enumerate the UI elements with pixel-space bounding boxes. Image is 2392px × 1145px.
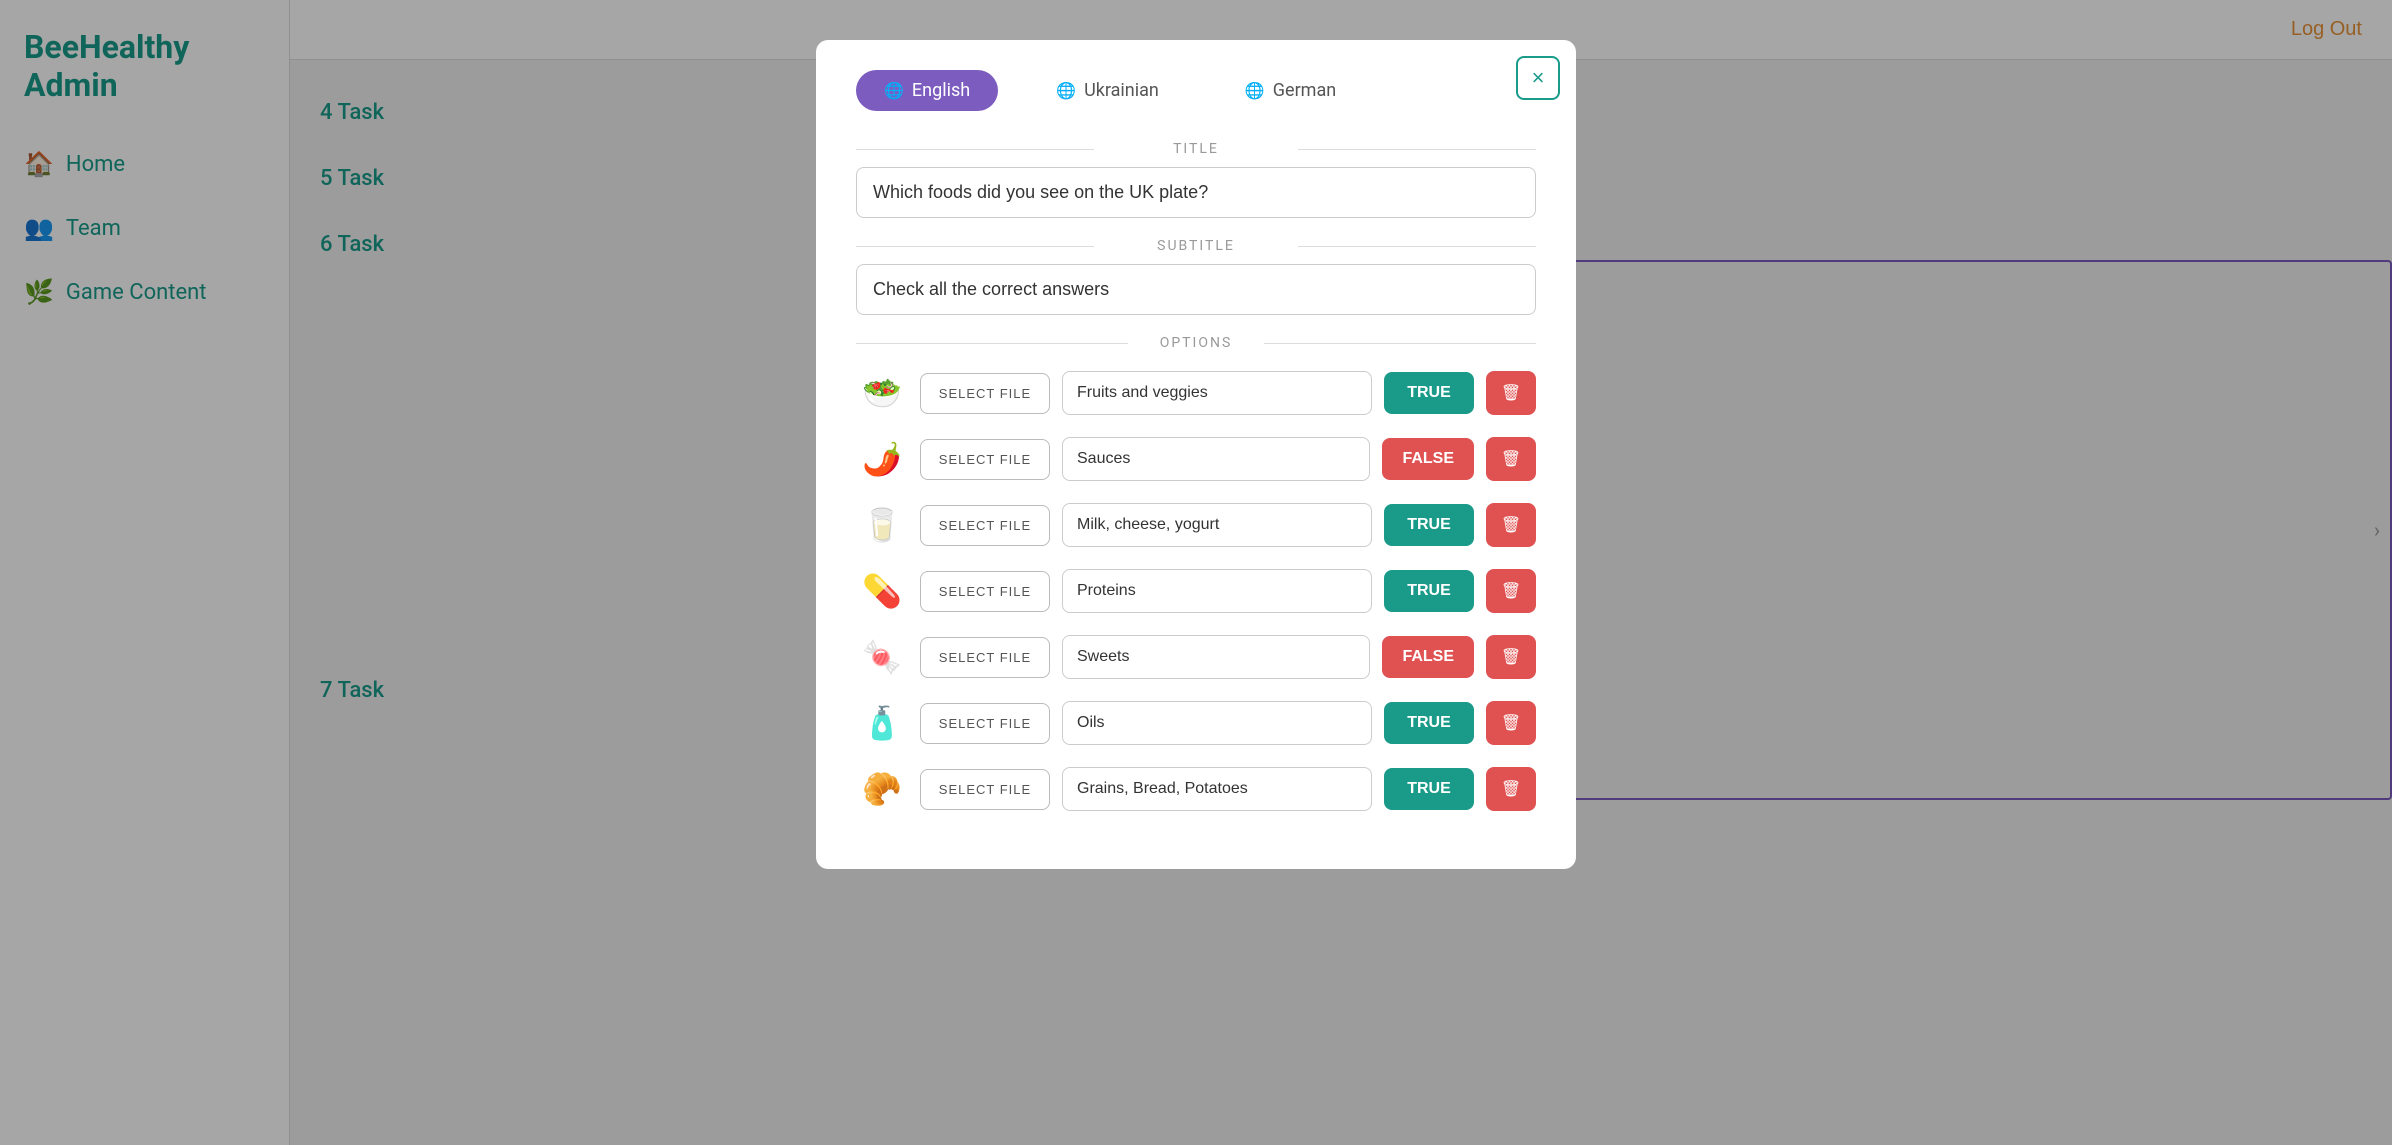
option-text-input-2[interactable] bbox=[1062, 437, 1370, 481]
option-answer-button-5[interactable]: FALSE bbox=[1382, 636, 1474, 678]
option-text-input-7[interactable] bbox=[1062, 767, 1372, 811]
option-row-2: 🌶️ SELECT FILE FALSE 🗑 bbox=[856, 433, 1536, 485]
option-delete-button-5[interactable]: 🗑 bbox=[1486, 635, 1536, 679]
tab-ukrainian[interactable]: 🌐 Ukrainian bbox=[1028, 70, 1187, 111]
option-row-7: 🥐 SELECT FILE TRUE 🗑 bbox=[856, 763, 1536, 815]
title-section-label: TITLE bbox=[856, 141, 1536, 157]
tab-german-label: German bbox=[1273, 80, 1336, 101]
ukrainian-flag-icon: 🌐 bbox=[1056, 81, 1076, 100]
option-icon-7: 🥐 bbox=[856, 763, 908, 815]
option-delete-button-1[interactable]: 🗑 bbox=[1486, 371, 1536, 415]
option-answer-button-2[interactable]: FALSE bbox=[1382, 438, 1474, 480]
title-input[interactable] bbox=[856, 167, 1536, 218]
select-file-button-5[interactable]: SELECT FILE bbox=[920, 637, 1050, 678]
tab-german[interactable]: 🌐 German bbox=[1217, 70, 1364, 111]
option-icon-5: 🍬 bbox=[856, 631, 908, 683]
option-icon-3: 🥛 bbox=[856, 499, 908, 551]
option-row-4: 💊 SELECT FILE TRUE 🗑 bbox=[856, 565, 1536, 617]
tab-english-label: English bbox=[912, 80, 970, 101]
option-text-input-3[interactable] bbox=[1062, 503, 1372, 547]
english-flag-icon: 🌐 bbox=[884, 81, 904, 100]
option-row-6: 🧴 SELECT FILE TRUE 🗑 bbox=[856, 697, 1536, 749]
select-file-button-7[interactable]: SELECT FILE bbox=[920, 769, 1050, 810]
option-text-input-5[interactable] bbox=[1062, 635, 1370, 679]
select-file-button-1[interactable]: SELECT FILE bbox=[920, 373, 1050, 414]
option-delete-button-4[interactable]: 🗑 bbox=[1486, 569, 1536, 613]
option-delete-button-6[interactable]: 🗑 bbox=[1486, 701, 1536, 745]
select-file-button-4[interactable]: SELECT FILE bbox=[920, 571, 1050, 612]
select-file-button-3[interactable]: SELECT FILE bbox=[920, 505, 1050, 546]
options-list: 🥗 SELECT FILE TRUE 🗑 🌶️ SELECT FILE FALSE 🗑 🥛 SEL… bbox=[856, 367, 1536, 815]
select-file-button-6[interactable]: SELECT FILE bbox=[920, 703, 1050, 744]
option-icon-1: 🥗 bbox=[856, 367, 908, 419]
options-section-label: OPTIONS bbox=[856, 335, 1536, 351]
option-answer-button-1[interactable]: TRUE bbox=[1384, 372, 1474, 414]
option-row-1: 🥗 SELECT FILE TRUE 🗑 bbox=[856, 367, 1536, 419]
tab-english[interactable]: 🌐 English bbox=[856, 70, 998, 111]
modal-scroll-area[interactable]: 🌐 English 🌐 Ukrainian 🌐 German TITLE SUB… bbox=[816, 40, 1576, 869]
modal-close-button[interactable]: × bbox=[1516, 56, 1560, 100]
option-icon-4: 💊 bbox=[856, 565, 908, 617]
option-text-input-1[interactable] bbox=[1062, 371, 1372, 415]
select-file-button-2[interactable]: SELECT FILE bbox=[920, 439, 1050, 480]
modal-dialog: × 🌐 English 🌐 Ukrainian 🌐 German TITLE S… bbox=[816, 40, 1576, 869]
option-answer-button-3[interactable]: TRUE bbox=[1384, 504, 1474, 546]
option-row-3: 🥛 SELECT FILE TRUE 🗑 bbox=[856, 499, 1536, 551]
subtitle-input[interactable] bbox=[856, 264, 1536, 315]
option-text-input-6[interactable] bbox=[1062, 701, 1372, 745]
option-answer-button-4[interactable]: TRUE bbox=[1384, 570, 1474, 612]
option-answer-button-6[interactable]: TRUE bbox=[1384, 702, 1474, 744]
option-answer-button-7[interactable]: TRUE bbox=[1384, 768, 1474, 810]
subtitle-section-label: SUBTITLE bbox=[856, 238, 1536, 254]
option-icon-2: 🌶️ bbox=[856, 433, 908, 485]
option-icon-6: 🧴 bbox=[856, 697, 908, 749]
option-delete-button-2[interactable]: 🗑 bbox=[1486, 437, 1536, 481]
option-delete-button-7[interactable]: 🗑 bbox=[1486, 767, 1536, 811]
german-flag-icon: 🌐 bbox=[1245, 81, 1265, 100]
option-delete-button-3[interactable]: 🗑 bbox=[1486, 503, 1536, 547]
tab-ukrainian-label: Ukrainian bbox=[1084, 80, 1159, 101]
option-text-input-4[interactable] bbox=[1062, 569, 1372, 613]
language-tabs: 🌐 English 🌐 Ukrainian 🌐 German bbox=[856, 70, 1536, 111]
option-row-5: 🍬 SELECT FILE FALSE 🗑 bbox=[856, 631, 1536, 683]
